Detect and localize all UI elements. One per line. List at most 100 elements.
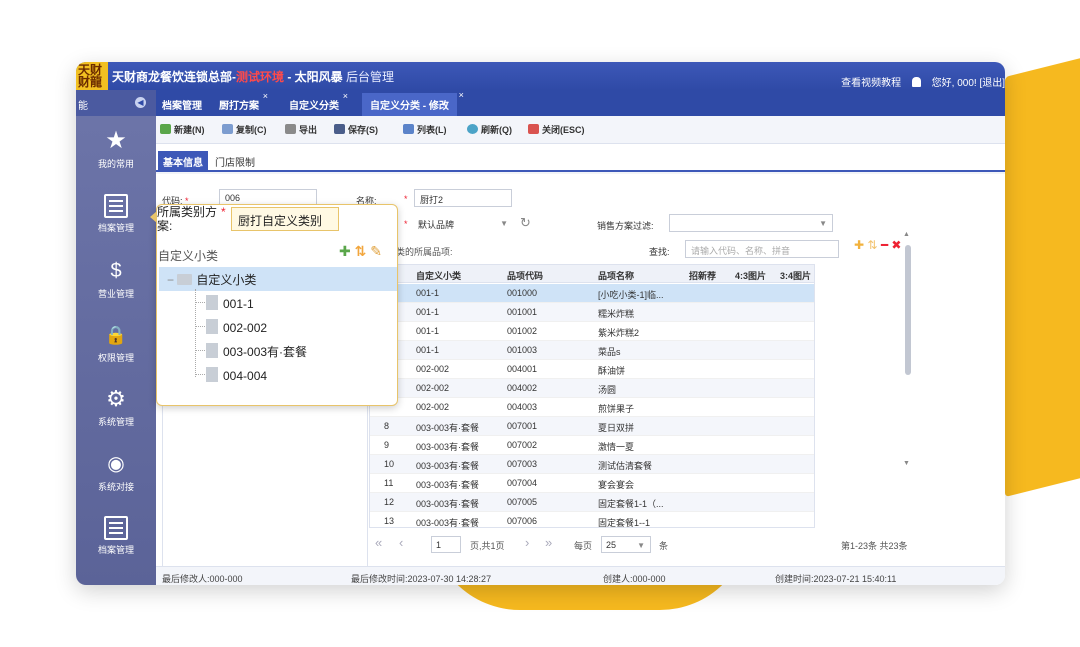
app-title-main: 天财商龙餐饮连锁总部- (112, 70, 236, 84)
grid-scrollbar[interactable]: ▲ ▼ (902, 231, 912, 471)
tree-node[interactable]: 004-004 (206, 367, 267, 383)
tab-custom-category[interactable]: 自定义分类 × (289, 91, 348, 112)
collapse-node-icon[interactable]: − (167, 273, 174, 287)
refresh-brand-icon[interactable]: ↻ (520, 215, 531, 231)
sidebar-item-permissions[interactable]: 🔒 权限管理 (76, 322, 156, 364)
table-cell: 004001 (507, 364, 538, 374)
close-icon[interactable]: × (459, 90, 464, 100)
edit-node-icon[interactable]: ✎ (370, 243, 382, 259)
table-row[interactable]: 13 003-003有·套餐 007006 固定套餐1--1 (370, 512, 814, 527)
document-icon (206, 367, 218, 382)
document-icon (206, 295, 218, 310)
delete-icon[interactable]: ✖ (891, 238, 901, 252)
tab-basic-info[interactable]: 基本信息 (158, 151, 208, 172)
column-header[interactable]: 品项代码 (507, 269, 543, 282)
sidebar-item-business[interactable]: $ 营业管理 (76, 258, 156, 300)
page-size-select[interactable]: 25 ▼ (601, 536, 651, 553)
last-page-icon[interactable]: » (545, 535, 552, 550)
copy-button[interactable]: 复制(C) (222, 123, 267, 136)
search-input[interactable]: 请输入代码、名称、拼音 (685, 240, 839, 258)
table-row[interactable]: 9 003-003有·套餐 007002 激情一夏 (370, 436, 814, 455)
sidebar-item-label: 我的常用 (97, 159, 134, 169)
bell-icon[interactable] (911, 77, 921, 89)
tab-kitchen-print-scheme[interactable]: 厨打方案 × (219, 91, 268, 112)
table-row[interactable]: 10 003-003有·套餐 007003 测试估清套餐 (370, 455, 814, 474)
sales-filter-select[interactable]: ▼ (669, 214, 833, 232)
scroll-thumb[interactable] (905, 245, 911, 375)
page-size-value: 25 (606, 540, 617, 550)
per-page-unit: 条 (659, 541, 669, 551)
table-cell: 001002 (507, 326, 538, 336)
page-number-input[interactable]: 1 (431, 536, 461, 553)
column-header[interactable]: 自定义小类 (416, 269, 461, 282)
creator: 创建人:000-000 (603, 574, 666, 584)
sidebar-item-archive-2[interactable]: 档案管理 (76, 516, 156, 556)
table-row[interactable]: 001-1 001003 菜品s (370, 341, 814, 360)
tab-archive-management[interactable]: 档案管理 (162, 97, 202, 112)
sidebar-item-label: 营业管理 (97, 289, 134, 299)
video-tutorial-link[interactable]: 查看视频教程 (841, 78, 901, 89)
remove-icon[interactable]: ━ (881, 238, 888, 252)
table-row[interactable]: 11 003-003有·套餐 007004 宴会宴会 (370, 474, 814, 493)
table-row[interactable]: 8 003-003有·套餐 007001 夏日双拼 (370, 417, 814, 436)
table-row[interactable]: 001-1 001000 [小吃小类-1]临... (370, 284, 814, 303)
column-header[interactable]: 品项名称 (598, 269, 634, 282)
add-icon[interactable]: ✚ (854, 238, 864, 252)
table-cell: 002-002 (416, 364, 450, 374)
column-header[interactable]: 3:4图片 (780, 269, 811, 282)
scheme-field[interactable]: 厨打自定义类别 (231, 207, 339, 231)
next-page-icon[interactable]: › (525, 535, 529, 550)
sidebar-item-favorites[interactable]: ★ 我的常用 (76, 128, 156, 170)
close-button[interactable]: 关闭(ESC) (528, 123, 585, 136)
name-field[interactable]: 厨打2 (414, 189, 512, 207)
list-button[interactable]: 列表(L) (403, 123, 447, 136)
scroll-up-icon[interactable]: ▲ (903, 231, 910, 238)
table-cell: 001-1 (416, 307, 440, 317)
table-row[interactable]: 002-002 004002 汤圆 (370, 379, 814, 398)
tree-node[interactable]: 001-1 (206, 295, 254, 311)
table-cell: 12 (384, 497, 395, 507)
brand-select[interactable]: 默认品牌 ▼ (412, 214, 514, 232)
table-row[interactable]: 12 003-003有·套餐 007005 固定套餐1-1（... (370, 493, 814, 512)
created-time: 创建时间:2023-07-21 15:40:11 (775, 574, 897, 584)
table-cell: 9 (384, 440, 390, 450)
table-row[interactable]: 002-002 004001 酥油饼 (370, 360, 814, 379)
sort-icon[interactable]: ⇅ (867, 238, 877, 252)
close-icon[interactable]: × (343, 91, 348, 101)
tab-store-restriction[interactable]: 门店限制 (210, 151, 260, 172)
prev-page-icon[interactable]: ‹ (399, 535, 403, 550)
table-cell: 002-002 (416, 402, 450, 412)
save-button[interactable]: 保存(S) (334, 123, 378, 136)
scroll-down-icon[interactable]: ▼ (903, 460, 910, 467)
table-row[interactable]: 002-002 004003 煎饼果子 (370, 398, 814, 417)
refresh-button[interactable]: 刷新(Q) (467, 123, 512, 136)
grid-header: 自定义小类 品项代码 品项名称 招新荐 4:3图片 3:4图片 (370, 265, 814, 283)
sidebar-item-integration[interactable]: ◉ 系统对接 (76, 451, 156, 493)
export-button[interactable]: 导出 (285, 123, 317, 136)
column-header[interactable]: 4:3图片 (735, 269, 766, 282)
table-cell: 001001 (507, 307, 538, 317)
tab-custom-category-edit[interactable]: 自定义分类 - 修改 × (362, 90, 464, 116)
close-icon[interactable]: × (263, 91, 268, 101)
column-header[interactable]: 招新荐 (689, 269, 716, 282)
user-greeting[interactable]: 您好, 000! [退出] (932, 78, 1005, 89)
tree-root-node[interactable]: − 自定义小类 (167, 271, 256, 288)
add-node-icon[interactable]: ✚ (339, 243, 351, 259)
required-mark: * (404, 219, 408, 229)
tree-node[interactable]: 003-003有·套餐 (206, 343, 307, 360)
table-row[interactable]: 001-1 001002 紫米炸糕2 (370, 322, 814, 341)
collapse-nav-icon[interactable]: ◀ (135, 97, 146, 108)
sort-node-icon[interactable]: ⇅ (355, 243, 367, 259)
tree-node-label: 003-003有·套餐 (223, 345, 308, 359)
tree-node[interactable]: 002-002 (206, 319, 267, 335)
tab-label: 自定义分类 (289, 101, 339, 112)
new-icon (160, 124, 171, 134)
first-page-icon[interactable]: « (375, 535, 382, 550)
sidebar-item-archive[interactable]: 档案管理 (76, 194, 156, 234)
sidebar-item-system[interactable]: ⚙ 系统管理 (76, 386, 156, 428)
table-row[interactable]: 001-1 001001 糯米炸糕 (370, 303, 814, 322)
table-cell: 糯米炸糕 (598, 309, 635, 319)
new-button[interactable]: 新建(N) (160, 123, 205, 136)
tree-node-label: 001-1 (223, 297, 254, 311)
table-cell: 003-003有·套餐 (416, 423, 480, 433)
